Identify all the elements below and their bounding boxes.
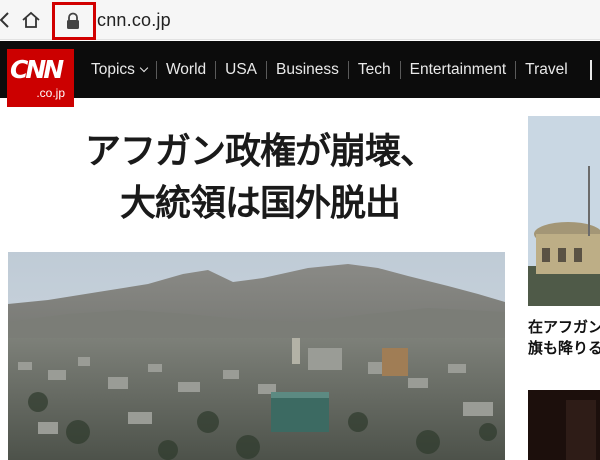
page: cnn.co.jp CNN .co.jp Topics World USA Bu… [0, 0, 600, 460]
cnn-logo[interactable]: CNN .co.jp [7, 49, 74, 107]
logo-subtext: .co.jp [36, 86, 65, 100]
chevron-down-icon [139, 63, 149, 72]
home-icon[interactable] [21, 10, 41, 30]
main-nav: Topics World USA Business Tech Entertain… [82, 41, 577, 98]
nav-item-business[interactable]: Business [267, 61, 348, 79]
nav-item-world[interactable]: World [157, 61, 215, 79]
browser-address-bar: cnn.co.jp [0, 0, 600, 40]
headline-line-2: 大統領は国外脱出 [119, 183, 401, 224]
main-headline[interactable]: アフガン政権が崩壊、 大統領は国外脱出 [40, 126, 480, 230]
chevron-left-icon[interactable] [0, 11, 12, 29]
side-story-title[interactable]: 在アフガン 旗も降りる [528, 317, 600, 359]
lock-icon[interactable] [65, 12, 81, 30]
nav-item-travel[interactable]: Travel [516, 61, 577, 79]
side-story-line-1: 在アフガン [528, 319, 600, 336]
nav-item-usa[interactable]: USA [216, 61, 266, 79]
hero-photo-kabul-cityscape[interactable] [8, 252, 505, 460]
side-story-line-2: 旗も降りる [528, 340, 600, 357]
url-text[interactable]: cnn.co.jp [97, 10, 171, 31]
nav-overflow-indicator [590, 60, 592, 80]
side-story-photo[interactable] [528, 116, 600, 306]
logo-text: CNN [10, 55, 64, 84]
headline-line-1: アフガン政権が崩壊、 [84, 131, 436, 172]
nav-item-label: Topics [91, 60, 135, 78]
nav-item-entertainment[interactable]: Entertainment [401, 61, 516, 79]
nav-item-tech[interactable]: Tech [349, 61, 400, 79]
side-story-photo-2[interactable] [528, 390, 600, 460]
nav-item-topics[interactable]: Topics [82, 61, 156, 79]
